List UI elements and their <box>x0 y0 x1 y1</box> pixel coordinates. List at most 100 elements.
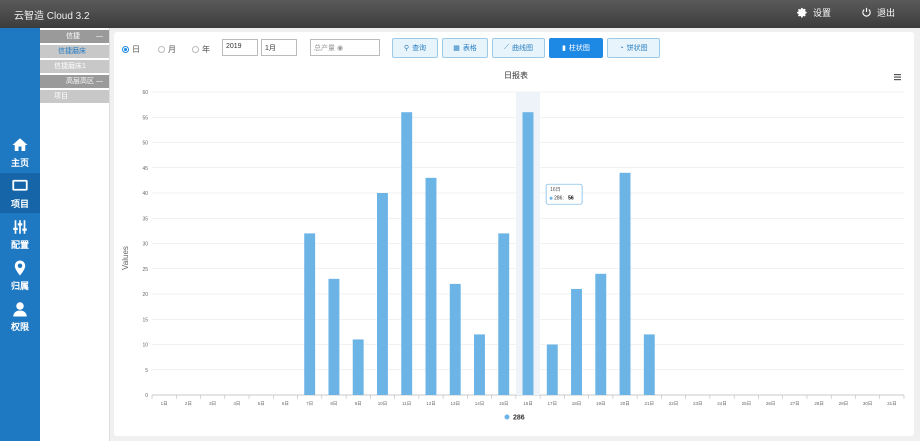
tooltip-series: 286: <box>554 196 564 202</box>
y-tick-label: 20 <box>142 292 148 298</box>
y-axis-label: Values <box>121 246 130 270</box>
radio-label: 年 <box>202 45 210 54</box>
x-tick-label: 19日 <box>596 401 606 407</box>
logout-button[interactable]: 退出 <box>861 6 895 19</box>
tree-label: 信捷磨床1 <box>54 63 86 70</box>
period-radio-day[interactable]: 日 <box>122 44 140 55</box>
x-tick-label: 12日 <box>426 401 436 407</box>
collapse-toggle[interactable]: — <box>96 30 103 43</box>
settings-button[interactable]: 设置 <box>797 6 831 19</box>
y-tick-label: 0 <box>145 393 148 399</box>
nav-item-location[interactable]: 归属 <box>0 255 40 295</box>
chart-title: 日报表 <box>504 70 528 80</box>
query-button[interactable]: ⚲ 查询 <box>392 38 438 58</box>
x-tick-label: 10日 <box>378 401 388 407</box>
x-tick-label: 25日 <box>742 401 752 407</box>
period-radio-month[interactable]: 月 <box>158 44 176 55</box>
bar[interactable] <box>401 112 413 395</box>
nav-item-config[interactable]: 配置 <box>0 214 40 254</box>
nav-label-config: 配置 <box>10 240 29 250</box>
bar[interactable] <box>571 288 582 395</box>
monitor-icon <box>12 179 28 191</box>
line-chart-button[interactable]: ⟋ 曲线图 <box>492 38 545 58</box>
x-tick-label: 15日 <box>499 401 509 407</box>
bar[interactable] <box>328 278 340 395</box>
dropdown-icon: ◉ <box>336 45 344 52</box>
bar[interactable] <box>376 193 388 395</box>
year-input[interactable]: 2019 <box>222 39 258 56</box>
x-tick-label: 3日 <box>209 401 216 407</box>
pie-chart-button[interactable]: ◔ 饼状图 <box>607 38 660 58</box>
chart-menu-icon[interactable] <box>894 74 901 81</box>
y-tick-label: 50 <box>142 141 148 147</box>
legend-marker <box>504 414 510 420</box>
x-tick-label: 17日 <box>548 401 558 407</box>
x-tick-label: 24日 <box>717 401 727 407</box>
bar-label: 柱状图 <box>568 45 590 52</box>
x-tick-label: 16日 <box>523 401 533 407</box>
y-tick-label: 30 <box>142 242 148 248</box>
bar[interactable] <box>522 112 534 395</box>
top-bar: 云智造 Cloud 3.2 设置 退出 <box>0 0 920 28</box>
metric-select[interactable]: 总产量 ◉ <box>310 39 380 56</box>
tooltip-value: 56 <box>568 196 574 202</box>
x-tick-label: 28日 <box>814 401 824 407</box>
toolbar: 日 月 年 2019 1月 总产量 ◉ ⚲ 查询 ▦ 表格 ⟋ 曲线图 ▮ 柱状图 ◔ 饼… <box>114 32 914 62</box>
x-tick-label: 13日 <box>450 401 460 407</box>
left-nav: 主页 项目 配置 归属 权限 <box>0 28 40 441</box>
bar[interactable] <box>352 339 364 395</box>
nav-item-permission[interactable]: 权限 <box>0 296 40 336</box>
bar-chart-button[interactable]: ▮ 柱状图 <box>549 38 603 58</box>
pie-label: 饼状图 <box>626 45 648 52</box>
bar[interactable] <box>643 334 655 395</box>
tree-item[interactable]: 项目 <box>40 90 109 103</box>
x-tick-label: 21日 <box>645 401 655 407</box>
tree-group-highrise[interactable]: 高层高区 — <box>40 75 109 88</box>
x-tick-label: 14日 <box>475 401 485 407</box>
radio-dot <box>122 46 129 53</box>
bar[interactable] <box>498 233 510 395</box>
line-label: 曲线图 <box>511 45 533 52</box>
pie-chart-icon: ◔ <box>619 44 624 52</box>
period-radio-year[interactable]: 年 <box>192 44 210 55</box>
table-label: 表格 <box>462 45 477 52</box>
user-icon <box>13 302 27 317</box>
tooltip: 16日 286: 56 <box>545 183 583 205</box>
y-tick-label: 35 <box>142 216 148 222</box>
bar[interactable] <box>449 283 461 395</box>
tree-item-selected[interactable]: 信捷磨床 <box>40 45 109 58</box>
table-view-button[interactable]: ▦ 表格 <box>442 38 488 58</box>
collapse-toggle[interactable]: — <box>96 75 103 88</box>
legend[interactable]: 286 <box>504 414 525 422</box>
y-tick-label: 5 <box>145 368 148 374</box>
y-tick-label: 55 <box>142 115 148 121</box>
month-input[interactable]: 1月 <box>261 39 297 56</box>
settings-label: 设置 <box>813 8 832 18</box>
y-tick-label: 10 <box>142 343 148 349</box>
legend-label: 286 <box>513 415 525 422</box>
metric-placeholder: 总产量 <box>314 45 335 52</box>
x-tick-label: 26日 <box>766 401 776 407</box>
logout-label: 退出 <box>877 8 896 18</box>
nav-item-project[interactable]: 项目 <box>0 173 40 213</box>
tree-group-xinjie[interactable]: 信捷 — <box>40 30 109 43</box>
x-tick-label: 11日 <box>402 401 411 407</box>
bar[interactable] <box>425 177 437 395</box>
bar[interactable] <box>474 334 485 395</box>
nav-item-home[interactable]: 主页 <box>0 132 40 172</box>
nav-label-location: 归属 <box>10 281 29 291</box>
bar[interactable] <box>304 233 316 395</box>
bar[interactable] <box>619 172 631 395</box>
tree-item[interactable]: 信捷磨床1 <box>40 60 109 73</box>
query-label: 查询 <box>412 45 427 52</box>
home-icon <box>12 138 28 151</box>
x-tick-label: 22日 <box>669 401 679 407</box>
bar[interactable] <box>546 344 558 396</box>
main-panel: 日 月 年 2019 1月 总产量 ◉ ⚲ 查询 ▦ 表格 ⟋ 曲线图 ▮ 柱状图 ◔ 饼… <box>114 32 914 436</box>
tree-label: 项目 <box>54 93 68 100</box>
x-tick-label: 27日 <box>790 401 800 407</box>
radio-dot <box>192 46 199 53</box>
bar[interactable] <box>595 273 607 395</box>
tree-label: 高层高区 <box>66 78 94 85</box>
radio-label: 日 <box>132 45 140 54</box>
